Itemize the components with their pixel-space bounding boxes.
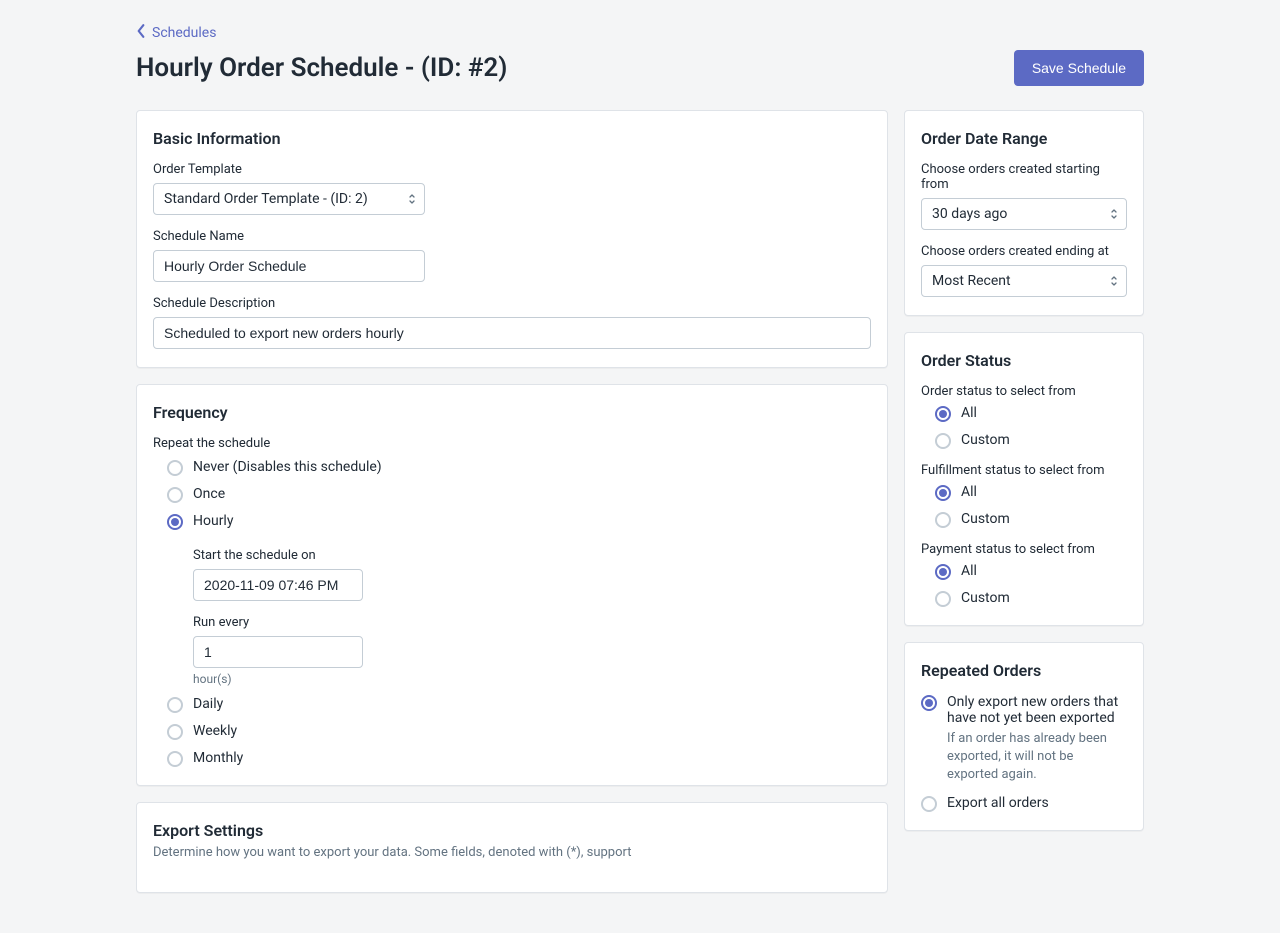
order-status-card: Order Status Order status to select from… [904,332,1144,626]
export-settings-card: Export Settings Determine how you want t… [136,802,888,893]
radio-icon [167,724,183,740]
radio-fulfillment-custom[interactable]: Custom [935,511,1127,528]
date-from-label: Choose orders created starting from [921,162,1127,192]
radio-frequency-never[interactable]: Never (Disables this schedule) [167,459,871,476]
chevron-left-icon [136,24,146,42]
basic-information-card: Basic Information Order Template Standar… [136,110,888,368]
radio-icon [167,487,183,503]
schedule-name-input[interactable] [153,250,425,282]
card-title-repeated: Repeated Orders [921,661,1127,680]
radio-icon [935,433,951,449]
schedule-desc-label: Schedule Description [153,296,871,311]
run-every-label: Run every [193,615,871,630]
radio-repeated-all[interactable]: Export all orders [921,795,1127,812]
repeat-label: Repeat the schedule [153,436,871,451]
card-title-frequency: Frequency [153,403,871,422]
date-from-select[interactable]: 30 days ago [921,198,1127,230]
radio-frequency-weekly[interactable]: Weekly [167,723,871,740]
breadcrumb-schedules[interactable]: Schedules [136,24,1144,42]
radio-icon [935,485,951,501]
order-date-range-card: Order Date Range Choose orders created s… [904,110,1144,316]
export-settings-sub: Determine how you want to export your da… [153,844,871,862]
radio-icon [935,512,951,528]
radio-repeated-new-only[interactable]: Only export new orders that have not yet… [921,694,1127,785]
fulfillment-status-label: Fulfillment status to select from [921,463,1127,478]
radio-icon [921,796,937,812]
order-template-label: Order Template [153,162,871,177]
start-schedule-label: Start the schedule on [193,548,871,563]
repeated-orders-card: Repeated Orders Only export new orders t… [904,642,1144,831]
radio-icon [167,514,183,530]
radio-frequency-once[interactable]: Once [167,486,871,503]
hours-suffix: hour(s) [193,672,871,686]
card-title-status: Order Status [921,351,1127,370]
radio-frequency-hourly[interactable]: Hourly [167,513,871,530]
date-to-label: Choose orders created ending at [921,244,1127,259]
card-title-daterange: Order Date Range [921,129,1127,148]
radio-frequency-daily[interactable]: Daily [167,696,871,713]
date-to-select[interactable]: Most Recent [921,265,1127,297]
radio-icon [167,697,183,713]
payment-status-label: Payment status to select from [921,542,1127,557]
save-schedule-button[interactable]: Save Schedule [1014,50,1144,86]
radio-icon [921,695,937,711]
schedule-name-label: Schedule Name [153,229,871,244]
frequency-card: Frequency Repeat the schedule Never (Dis… [136,384,888,786]
radio-payment-custom[interactable]: Custom [935,590,1127,607]
order-template-select[interactable]: Standard Order Template - (ID: 2) [153,183,425,215]
schedule-desc-input[interactable] [153,317,871,349]
radio-icon [935,564,951,580]
radio-order-status-all[interactable]: All [935,405,1127,422]
card-title-export: Export Settings [153,821,871,840]
radio-payment-all[interactable]: All [935,563,1127,580]
card-title-basic: Basic Information [153,129,871,148]
radio-icon [935,591,951,607]
radio-fulfillment-all[interactable]: All [935,484,1127,501]
radio-icon [935,406,951,422]
radio-icon [167,460,183,476]
order-status-label: Order status to select from [921,384,1127,399]
radio-icon [167,751,183,767]
start-schedule-input[interactable] [193,569,363,601]
page-title: Hourly Order Schedule - (ID: #2) [136,53,507,83]
radio-order-status-custom[interactable]: Custom [935,432,1127,449]
run-every-input[interactable] [193,636,363,668]
breadcrumb-label: Schedules [152,25,216,41]
radio-frequency-monthly[interactable]: Monthly [167,750,871,767]
